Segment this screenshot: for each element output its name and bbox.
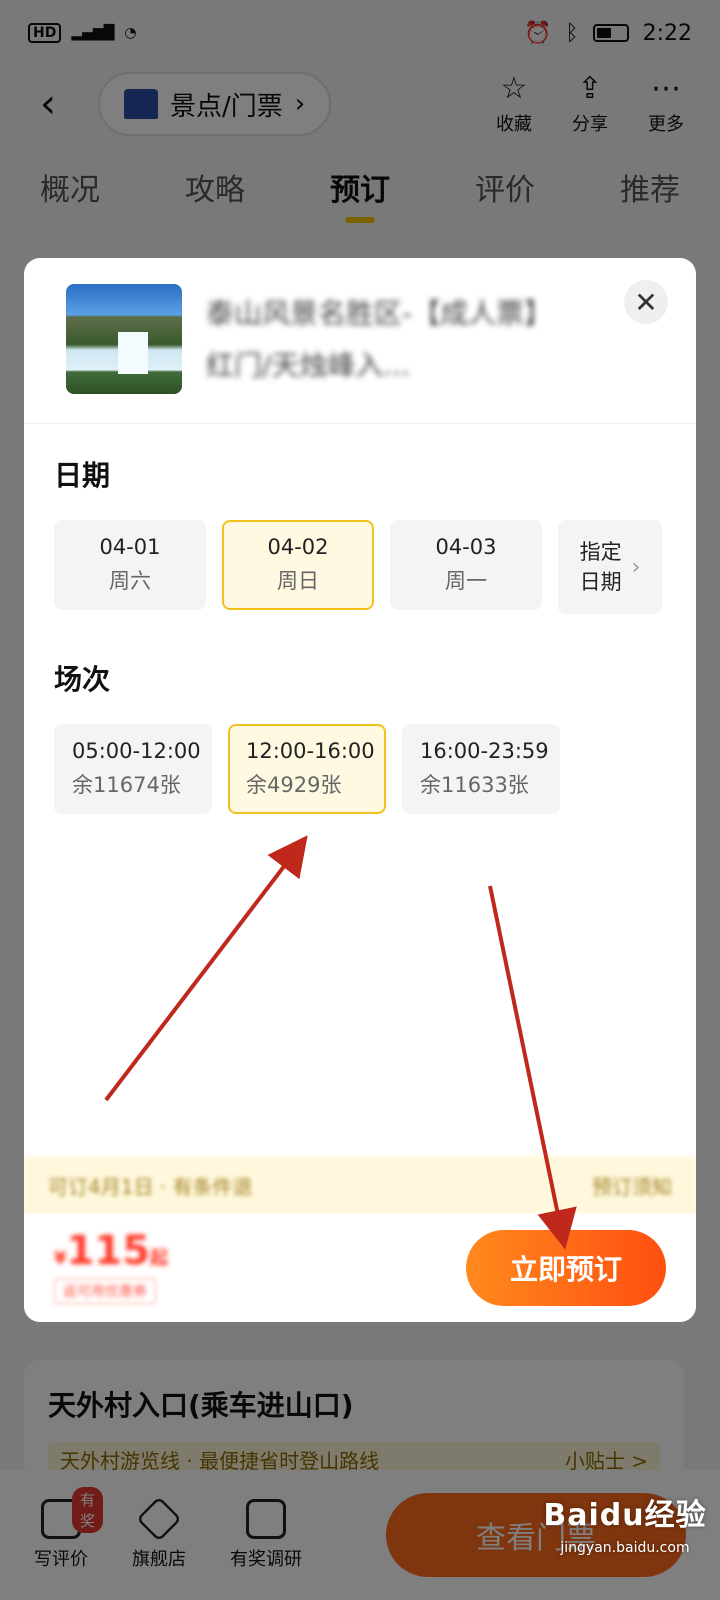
date-weekday: 周一 <box>445 569 487 593</box>
close-icon[interactable]: ✕ <box>624 280 668 324</box>
waterfall-shape <box>118 332 148 374</box>
booking-modal: 泰山风景名胜区-【成人票】红门/天烛峰入... ✕ 日期 04-01 周六 04… <box>24 258 696 1322</box>
price-suffix: 起 <box>150 1248 169 1269</box>
session-time: 05:00-12:00 <box>72 739 201 763</box>
baidu-watermark: Baidu经验 jingyan.baidu.com <box>540 1490 710 1590</box>
price-symbol: ¥ <box>54 1248 67 1269</box>
baidu-logo: Baidu经验 <box>543 1498 707 1533</box>
chevron-right-icon: › <box>631 554 641 580</box>
session-option[interactable]: 16:00-23:59 余11633张 <box>402 724 560 814</box>
modal-header: 泰山风景名胜区-【成人票】红门/天烛峰入... ✕ <box>24 258 696 424</box>
date-weekday: 周日 <box>277 569 319 593</box>
date-option[interactable]: 04-01 周六 <box>54 520 206 610</box>
date-weekday: 周六 <box>109 569 151 593</box>
booking-notice-bar[interactable]: 可订4月1日 · 有条件退 预订须知 <box>24 1156 696 1214</box>
session-time: 12:00-16:00 <box>246 739 375 763</box>
session-time: 16:00-23:59 <box>420 739 549 763</box>
date-value: 04-01 <box>99 535 161 559</box>
watermark-url: jingyan.baidu.com <box>560 1540 690 1556</box>
date-option[interactable]: 04-03 周一 <box>390 520 542 610</box>
session-option[interactable]: 05:00-12:00 余11674张 <box>54 724 212 814</box>
specify-date-line2: 日期 <box>579 570 622 594</box>
session-section-label: 场次 <box>54 663 111 696</box>
notice-text: 可订4月1日 · 有条件退 <box>48 1174 253 1199</box>
date-options: 04-01 周六 04-02 周日 04-03 周一 指定 日期 › <box>54 520 662 614</box>
session-options: 05:00-12:00 余11674张 12:00-16:00 余4929张 1… <box>54 724 560 814</box>
price-value: 115 <box>66 1228 151 1274</box>
product-thumbnail <box>66 284 182 394</box>
date-section-label: 日期 <box>54 459 111 492</box>
date-value: 04-03 <box>435 535 497 559</box>
date-value: 04-02 <box>267 535 329 559</box>
specify-date-label: 指定 日期 <box>580 537 622 597</box>
price: ¥115起 <box>54 1228 168 1274</box>
session-remaining: 余11674张 <box>72 773 181 797</box>
product-title: 泰山风景名胜区-【成人票】红门/天烛峰入... <box>206 297 553 382</box>
notice-link: 预订须知 <box>592 1174 672 1199</box>
date-option-selected[interactable]: 04-02 周日 <box>222 520 374 610</box>
specify-date-button[interactable]: 指定 日期 › <box>558 520 662 614</box>
session-remaining: 余4929张 <box>246 773 342 797</box>
session-remaining: 余11633张 <box>420 773 529 797</box>
coupon-tag: 返可用优惠券 <box>54 1278 156 1304</box>
specify-date-line1: 指定 <box>579 540 622 564</box>
session-option-selected[interactable]: 12:00-16:00 余4929张 <box>228 724 386 814</box>
modal-footer: ¥115起 返可用优惠券 立即预订 <box>24 1214 696 1322</box>
book-now-button[interactable]: 立即预订 <box>466 1230 666 1306</box>
